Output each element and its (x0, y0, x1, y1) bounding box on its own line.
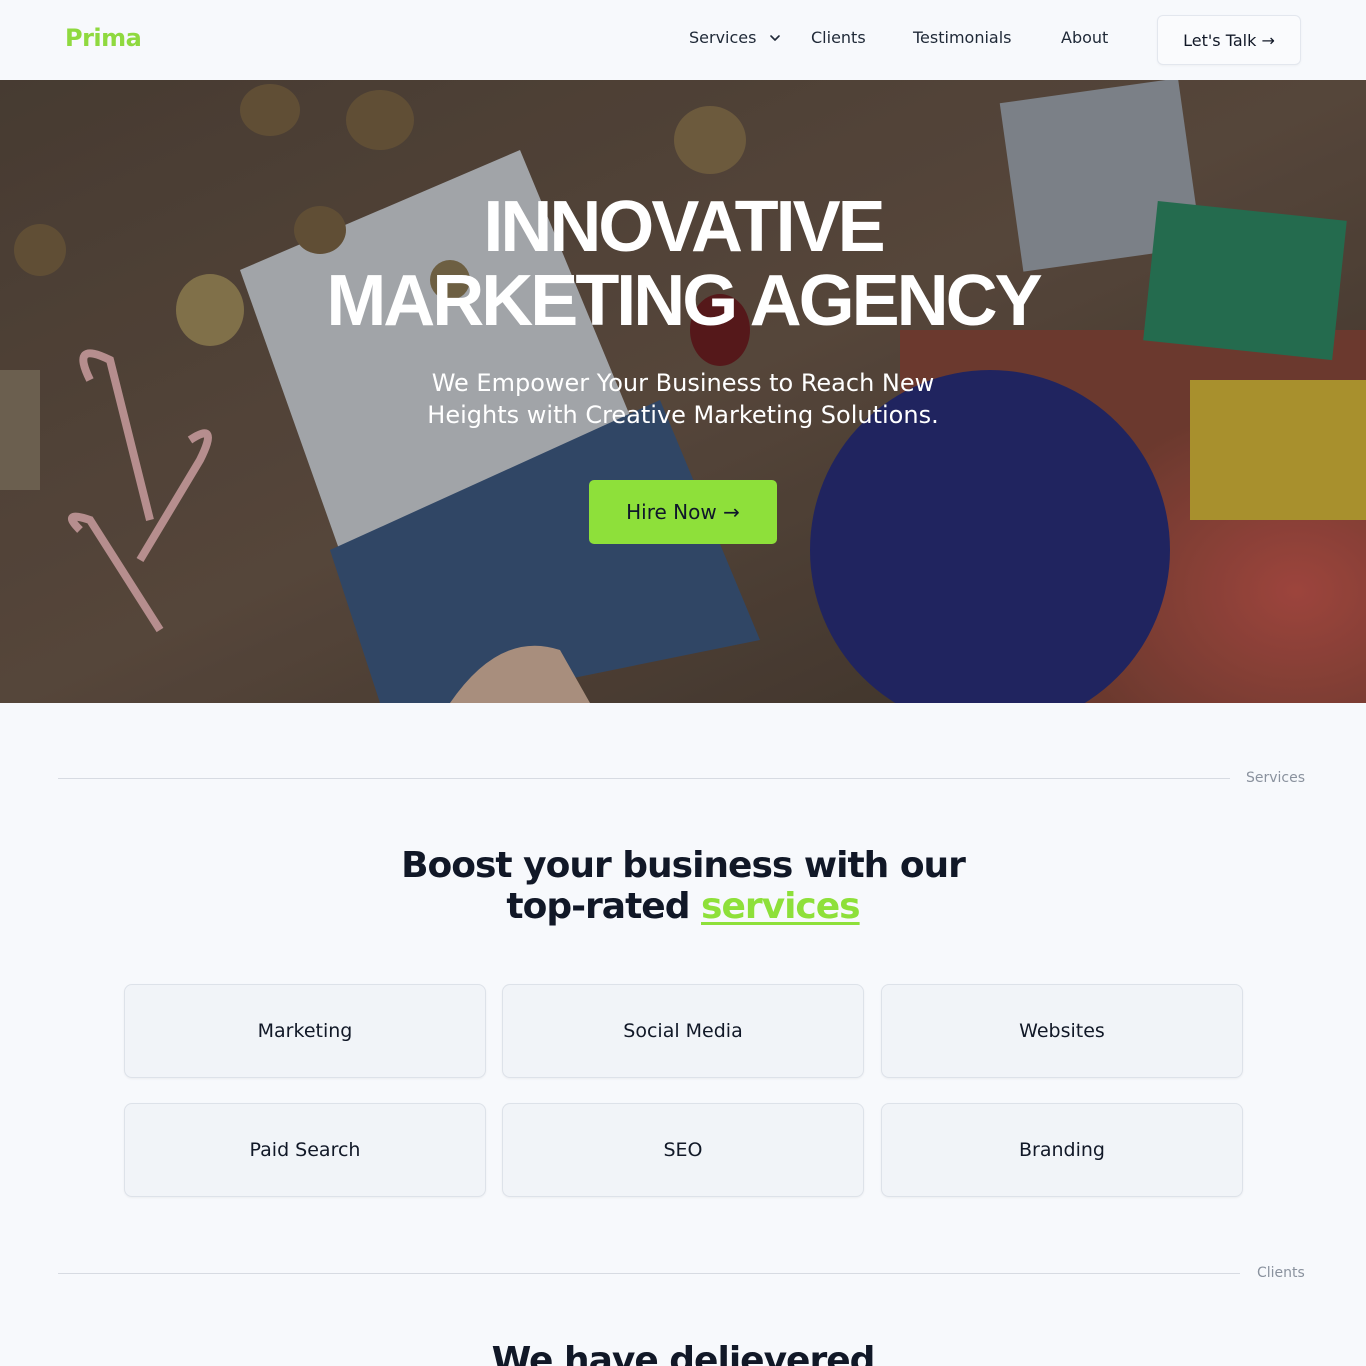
clients-heading: We have delievered (491, 1340, 876, 1366)
hero-title: INNOVATIVE MARKETING AGENCY (0, 190, 1366, 338)
hero-title-line2: MARKETING AGENCY (326, 261, 1042, 341)
hero-title-line1: INNOVATIVE (483, 187, 885, 267)
service-card-marketing[interactable]: Marketing (124, 984, 486, 1078)
nav-item-about[interactable]: About (1061, 28, 1108, 47)
nav-item-services[interactable]: Services (689, 28, 782, 47)
clients-section-tag: Clients (1257, 1265, 1305, 1281)
nav-item-clients[interactable]: Clients (811, 28, 866, 47)
service-card-websites[interactable]: Websites (881, 984, 1243, 1078)
hero-section: INNOVATIVE MARKETING AGENCY We Empower Y… (0, 80, 1366, 703)
services-section-tag: Services (1246, 770, 1306, 786)
service-card-branding[interactable]: Branding (881, 1103, 1243, 1197)
hire-now-button[interactable]: Hire Now → (589, 480, 777, 544)
service-card-social-media[interactable]: Social Media (502, 984, 864, 1078)
top-navbar: Prima Services Clients Testimonials Abou… (0, 0, 1366, 80)
lets-talk-button[interactable]: Let's Talk → (1157, 15, 1301, 65)
services-heading-text: Boost your business with our top-rated (401, 845, 966, 927)
services-divider (58, 778, 1230, 779)
service-card-seo[interactable]: SEO (502, 1103, 864, 1197)
services-heading: Boost your business with our top-rated s… (383, 845, 983, 927)
clients-divider (58, 1273, 1240, 1274)
nav-item-testimonials[interactable]: Testimonials (913, 28, 1012, 47)
service-card-paid-search[interactable]: Paid Search (124, 1103, 486, 1197)
hero-subtitle: We Empower Your Business to Reach New He… (427, 369, 939, 429)
services-heading-highlight: services (701, 886, 861, 927)
chevron-down-icon (769, 34, 780, 41)
nav-item-services-label: Services (689, 28, 757, 47)
